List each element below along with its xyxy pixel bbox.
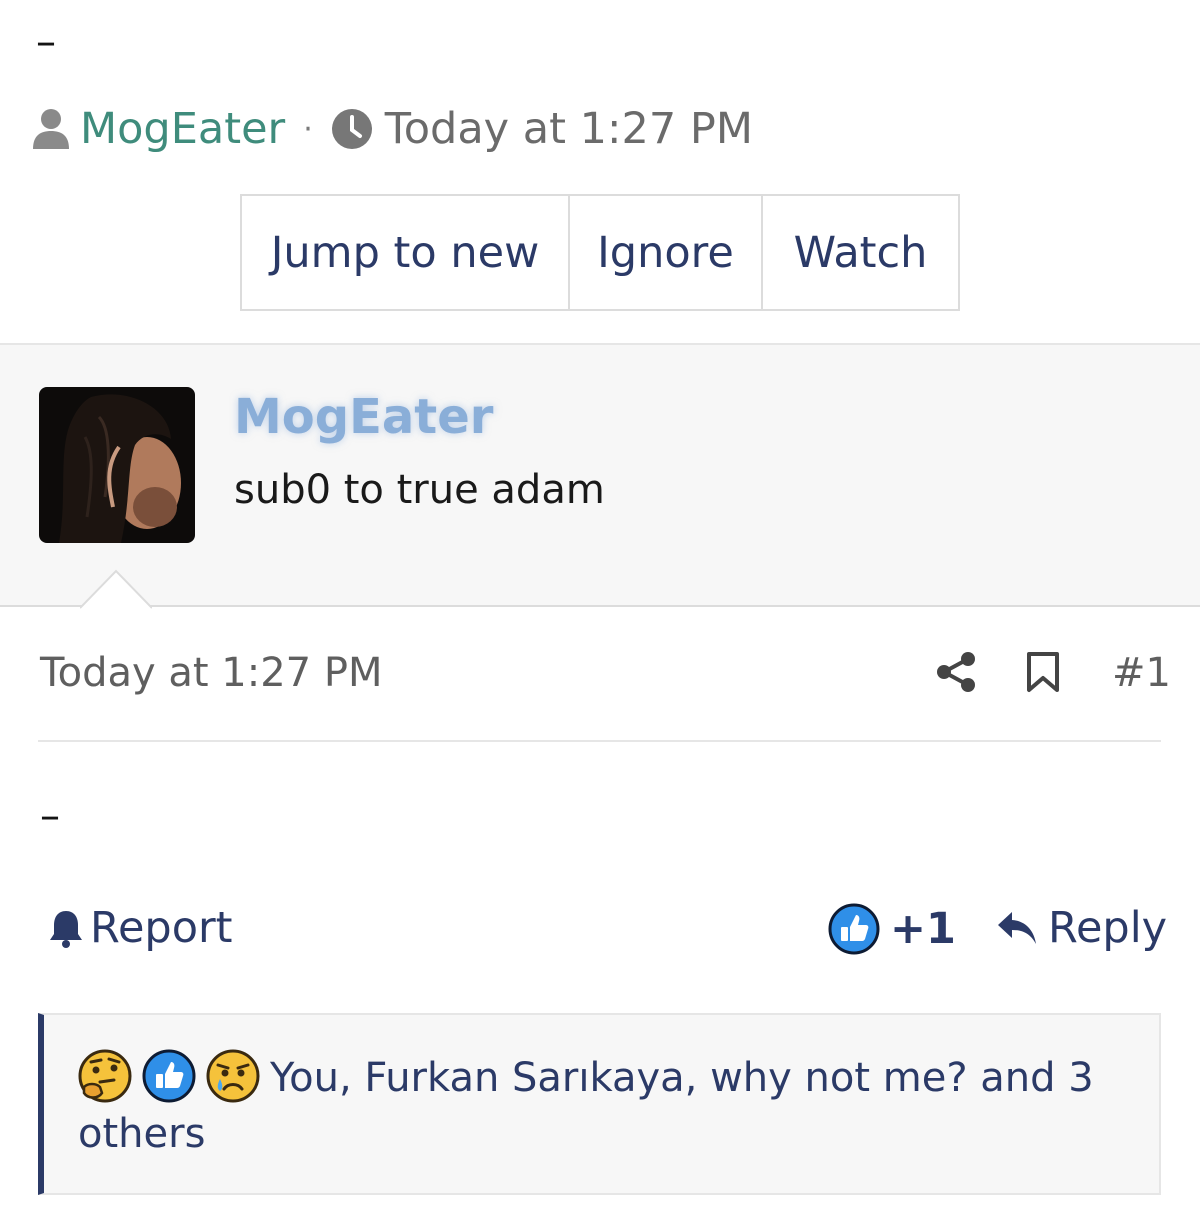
reactions-content: You, Furkan Sarıkaya, why not me? and 3 … <box>78 1049 1138 1162</box>
report-button[interactable]: Report <box>48 903 233 953</box>
reaction-summary-button[interactable]: +1 <box>828 903 956 955</box>
bookmark-icon[interactable] <box>1026 651 1060 693</box>
crying-emoji-icon <box>206 1049 260 1103</box>
post-date[interactable]: Today at 1:27 PM <box>40 650 382 696</box>
reply-button[interactable]: Reply <box>996 903 1167 953</box>
post-body: – <box>40 793 60 839</box>
reactions-bar[interactable]: You, Furkan Sarıkaya, why not me? and 3 … <box>38 1013 1161 1195</box>
clock-icon <box>331 109 372 149</box>
watch-button[interactable]: Watch <box>763 196 958 309</box>
reply-label: Reply <box>1048 903 1168 953</box>
divider <box>38 740 1161 742</box>
thread-meta: MogEater · Today at 1:27 PM <box>32 103 753 155</box>
ignore-button[interactable]: Ignore <box>570 196 763 309</box>
post-number-link[interactable]: #1 <box>1112 650 1171 696</box>
latest-post-text: sub0 to true adam <box>234 467 605 513</box>
thread-date[interactable]: Today at 1:27 PM <box>385 104 753 154</box>
thinking-emoji-icon <box>78 1049 132 1103</box>
arrow-pointer <box>80 569 152 609</box>
jump-to-new-button[interactable]: Jump to new <box>242 196 570 309</box>
top-separator: – <box>36 19 56 65</box>
share-icon[interactable] <box>935 650 977 694</box>
user-icon <box>33 109 69 149</box>
like-icon <box>828 903 880 955</box>
thread-button-group: Jump to new Ignore Watch <box>240 194 960 311</box>
like-emoji-icon <box>142 1049 196 1103</box>
report-label: Report <box>90 903 233 953</box>
meta-separator: · <box>303 111 313 147</box>
thread-author-link[interactable]: MogEater <box>80 104 285 154</box>
reply-icon <box>998 912 1036 944</box>
latest-post-username[interactable]: MogEater <box>234 389 493 445</box>
latest-post-block: MogEater sub0 to true adam <box>0 343 1200 607</box>
avatar[interactable] <box>39 387 195 543</box>
like-count: +1 <box>890 904 956 954</box>
bell-icon <box>50 911 82 948</box>
